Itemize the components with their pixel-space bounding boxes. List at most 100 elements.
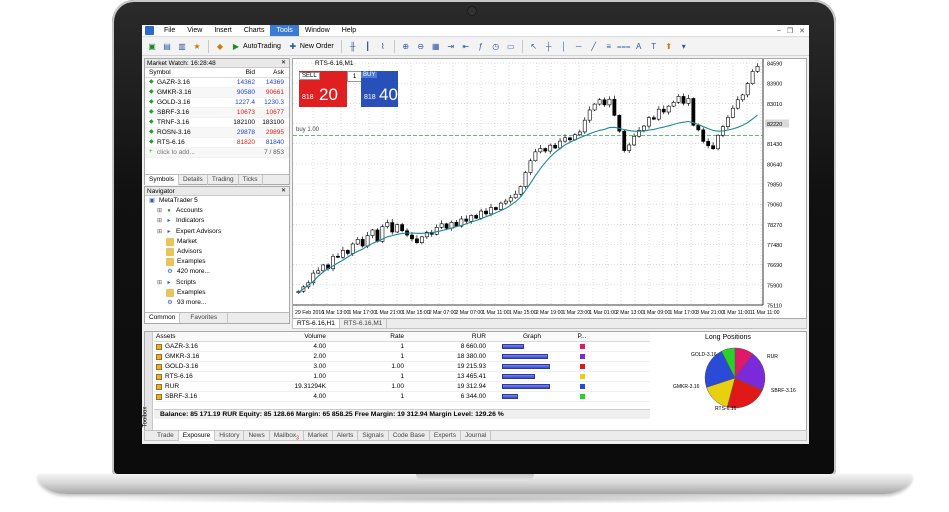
- volume-column-header[interactable]: Volume: [264, 332, 332, 341]
- navigator-item[interactable]: Market: [145, 237, 289, 247]
- cursor-icon[interactable]: ↖: [528, 41, 540, 53]
- crosshair-icon[interactable]: ┼: [543, 41, 555, 53]
- tab-ticks[interactable]: Ticks: [239, 175, 263, 185]
- tab-alerts[interactable]: Alerts: [333, 431, 359, 441]
- add-symbol-row[interactable]: + click to add... 7 / 853: [145, 148, 289, 158]
- text-icon[interactable]: A: [633, 41, 645, 53]
- profiles-icon[interactable]: ▤: [161, 41, 173, 53]
- tab-symbols[interactable]: Symbols: [145, 175, 179, 185]
- buy-button[interactable]: BUY 818 40: [361, 71, 398, 107]
- navigator-item[interactable]: ⊞ ▸ Expert Advisors: [145, 227, 289, 237]
- metaeditor-icon[interactable]: ◆: [214, 41, 226, 53]
- exposure-row[interactable]: GMKR-3.16 2.00 1 18 380.00: [154, 352, 650, 362]
- market-watch-row[interactable]: ◆ RTS-6.16 81820 81840: [145, 138, 289, 148]
- minimize-icon[interactable]: –: [777, 27, 781, 35]
- ask-column-header[interactable]: Ask: [255, 68, 287, 77]
- tab-common[interactable]: Common: [145, 313, 181, 323]
- tab-experts[interactable]: Experts: [430, 431, 461, 441]
- channel-icon[interactable]: ≡: [603, 41, 615, 53]
- dropdown-icon[interactable]: ▾: [678, 41, 690, 53]
- arrows-icon[interactable]: ⬆: [663, 41, 675, 53]
- sell-button[interactable]: SELL 818 20: [299, 71, 347, 107]
- expand-icon[interactable]: ⊞: [157, 216, 162, 226]
- restore-icon[interactable]: ❐: [787, 27, 793, 35]
- new-order-button[interactable]: ✚ New Order: [286, 40, 336, 53]
- close-icon[interactable]: ✕: [281, 187, 286, 196]
- lot-size-input[interactable]: 1: [347, 71, 362, 82]
- tab-mailbox[interactable]: Mailbox3: [270, 431, 304, 441]
- assets-column-header[interactable]: Assets: [154, 332, 264, 341]
- tab-trading[interactable]: Trading: [208, 175, 239, 185]
- navigator-item[interactable]: ⊞ ▸ Indicators: [145, 216, 289, 226]
- close-icon[interactable]: ✕: [281, 59, 286, 68]
- navigator-item[interactable]: Examples: [145, 257, 289, 267]
- market-watch-row[interactable]: ◆ GAZR-3.16 14362 14369: [145, 78, 289, 88]
- candlestick-icon[interactable]: ┃: [362, 41, 374, 53]
- navigator-item[interactable]: ⊞ ▸ Scripts: [145, 278, 289, 288]
- bid-column-header[interactable]: Bid: [227, 68, 255, 77]
- navigator-item[interactable]: ⚙ 420 more...: [145, 267, 289, 277]
- expand-icon[interactable]: ⊞: [157, 227, 162, 237]
- trendline-icon[interactable]: ╱: [588, 41, 600, 53]
- exposure-row[interactable]: RTS-6.16 1.00 1 13 465.41: [154, 372, 650, 382]
- navigator-item[interactable]: ⊞ ● Accounts: [145, 206, 289, 216]
- tab-market[interactable]: Market: [304, 431, 333, 441]
- market-watch-icon[interactable]: ▥: [176, 41, 188, 53]
- graph-column-header[interactable]: Graph: [492, 332, 572, 341]
- menu-insert[interactable]: Insert: [208, 25, 238, 36]
- exposure-row[interactable]: GOLD-3.16 3.00 1.00 19 215.93: [154, 362, 650, 372]
- exposure-row[interactable]: RUR 19.31294K 1.00 19 312.94: [154, 382, 650, 392]
- p-column-header[interactable]: P...: [572, 332, 592, 341]
- tile-windows-icon[interactable]: ▦: [430, 41, 442, 53]
- tab-favorites[interactable]: Favorites: [180, 313, 229, 323]
- tab-news[interactable]: News: [244, 431, 270, 441]
- rate-column-header[interactable]: Rate: [332, 332, 410, 341]
- symbol-column-header[interactable]: Symbol: [145, 68, 227, 77]
- exposure-row[interactable]: SBRF-3.16 4.00 1 6 344.00: [154, 392, 650, 402]
- chart-shift-icon[interactable]: ⇤: [460, 41, 472, 53]
- chart-window[interactable]: 84590 83900 83010 82220 81430 80640 79850 79060…: [292, 58, 807, 319]
- fibonacci-icon[interactable]: ⩶: [617, 41, 631, 53]
- tab-exposure[interactable]: Exposure: [178, 431, 216, 441]
- market-watch-row[interactable]: ◆ GOLD-3.16 1227.4 1230.3: [145, 98, 289, 108]
- tab-signals[interactable]: Signals: [358, 431, 389, 441]
- periods-icon[interactable]: ◷: [490, 41, 502, 53]
- market-watch-row[interactable]: ◆ GMKR-3.16 90580 90661: [145, 88, 289, 98]
- market-watch-row[interactable]: ◆ TRNF-3.16 182100 183100: [145, 118, 289, 128]
- close-icon[interactable]: ✕: [799, 27, 805, 35]
- tab-journal[interactable]: Journal: [461, 431, 492, 441]
- menu-window[interactable]: Window: [299, 25, 336, 36]
- navigator-icon[interactable]: ★: [191, 41, 203, 53]
- label-icon[interactable]: T: [648, 41, 660, 53]
- menu-help[interactable]: Help: [336, 25, 362, 36]
- tab-history[interactable]: History: [215, 431, 245, 441]
- menu-file[interactable]: File: [158, 25, 181, 36]
- bar-chart-icon[interactable]: ╫: [347, 41, 359, 53]
- navigator-item[interactable]: ⚙ 93 more...: [145, 298, 289, 308]
- expand-icon[interactable]: ⊞: [157, 278, 162, 288]
- navigator-item[interactable]: Examples: [145, 288, 289, 298]
- navigator-item[interactable]: ▣ MetaTrader 5: [145, 196, 289, 206]
- rur-column-header[interactable]: RUR: [410, 332, 492, 341]
- market-watch-row[interactable]: ◆ SBRF-3.16 10673 10677: [145, 108, 289, 118]
- autotrading-button[interactable]: ▶ AutoTrading: [229, 40, 283, 53]
- tab-rts-h1[interactable]: RTS-6.16,H1: [293, 319, 340, 328]
- tab-trade[interactable]: Trade: [153, 431, 179, 441]
- navigator-item[interactable]: Advisors: [145, 247, 289, 257]
- line-chart-icon[interactable]: ⌇: [377, 41, 389, 53]
- exposure-row[interactable]: GAZR-3.16 4.00 1 8 660.00: [154, 342, 650, 352]
- zoom-in-icon[interactable]: ⊕: [400, 41, 412, 53]
- expand-icon[interactable]: ⊞: [157, 206, 162, 216]
- tab-rts-m1[interactable]: RTS-6.16,M1: [340, 319, 388, 328]
- zoom-out-icon[interactable]: ⊖: [415, 41, 427, 53]
- horizontal-line-icon[interactable]: ─: [573, 41, 585, 53]
- vertical-line-icon[interactable]: │: [558, 41, 570, 53]
- tab-code-base[interactable]: Code Base: [389, 431, 430, 441]
- new-chart-icon[interactable]: ▣: [146, 41, 158, 53]
- templates-icon[interactable]: ▭: [505, 41, 517, 53]
- auto-scroll-icon[interactable]: ⇥: [445, 41, 457, 53]
- menu-view[interactable]: View: [181, 25, 208, 36]
- menu-tools[interactable]: Tools: [270, 25, 299, 36]
- market-watch-row[interactable]: ◆ ROSN-3.16 29878 29895: [145, 128, 289, 138]
- indicators-icon[interactable]: ƒ: [475, 41, 487, 53]
